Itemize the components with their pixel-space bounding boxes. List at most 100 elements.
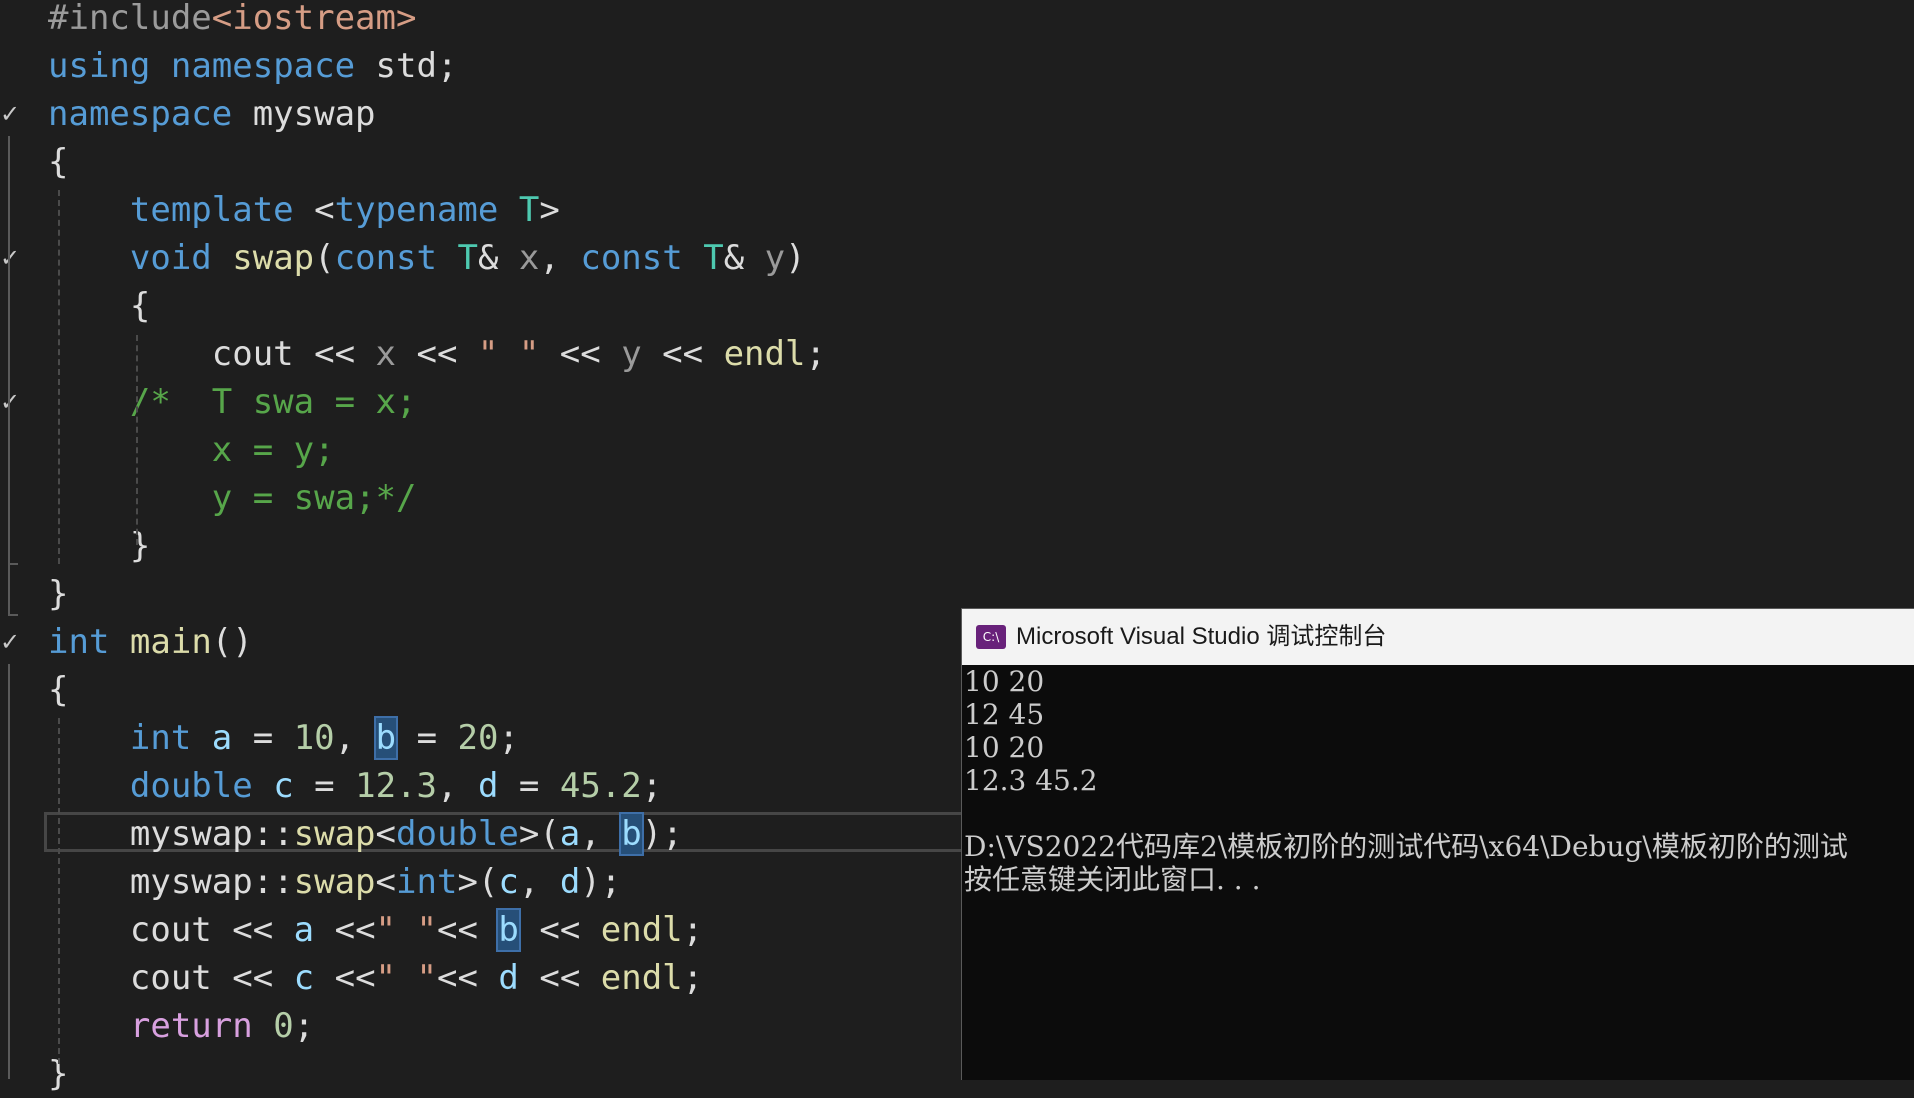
code-token: = — [293, 766, 356, 806]
code-token: << — [436, 910, 499, 950]
code-token: using — [48, 46, 151, 86]
code-token: swap — [293, 814, 376, 854]
outline-end-swap — [8, 563, 18, 565]
code-token: myswap:: — [48, 814, 294, 854]
code-token: d — [559, 862, 581, 902]
code-token: ( — [314, 238, 335, 278]
outline-toggle-icon[interactable]: ✓ — [0, 234, 22, 282]
code-token: a — [211, 718, 233, 758]
code-token: 20 — [457, 718, 499, 758]
highlighted-reference: b — [496, 908, 521, 952]
code-token: a — [559, 814, 581, 854]
outline-toggle-icon[interactable]: ✓ — [0, 378, 22, 426]
outline-toggle-icon[interactable]: ✓ — [0, 618, 22, 666]
code-token: swap — [232, 238, 315, 278]
code-line[interactable]: double c = 12.3, d = 45.2; — [48, 762, 662, 810]
code-token: { — [48, 142, 69, 182]
code-token: 45.2 — [559, 766, 642, 806]
code-line[interactable]: { — [48, 138, 68, 186]
outline-bar-namespace — [8, 136, 10, 614]
code-line[interactable]: int main() — [48, 618, 253, 666]
code-token: y = swa;*/ — [48, 478, 417, 518]
code-token: void — [129, 238, 212, 278]
code-line[interactable]: #include<iostream> — [48, 0, 416, 42]
code-token: d — [498, 958, 519, 998]
code-token: typename — [334, 190, 499, 230]
indent-guide-namespace — [58, 190, 60, 564]
code-token: double — [396, 814, 519, 854]
code-token: < — [375, 814, 397, 854]
code-token: int — [48, 622, 110, 662]
console-output-line: 10 20 — [964, 731, 1045, 764]
code-token: 12.3 — [355, 766, 437, 806]
outline-end-namespace — [8, 614, 18, 616]
code-line[interactable]: using namespace std; — [48, 42, 457, 90]
code-token: ; — [293, 1006, 315, 1046]
code-line[interactable]: namespace myswap — [48, 90, 376, 138]
code-token: a — [293, 910, 315, 950]
console-output-line: 12.3 45.2 — [964, 764, 1098, 797]
code-token: << — [518, 910, 601, 950]
code-token: x = y; — [48, 430, 335, 470]
code-line[interactable]: y = swa;*/ — [48, 474, 417, 522]
code-line[interactable]: { — [48, 666, 68, 714]
code-token: T — [703, 238, 724, 278]
code-token: 10 — [293, 718, 335, 758]
code-token: cout << — [48, 334, 376, 374]
console-title: Microsoft Visual Studio 调试控制台 — [1016, 623, 1387, 650]
highlighted-reference: b — [373, 716, 399, 760]
code-token: cout << — [48, 910, 294, 950]
code-token: endl — [723, 334, 806, 374]
code-token: { — [48, 670, 69, 710]
code-line[interactable]: return 0; — [48, 1002, 314, 1050]
code-line[interactable]: myswap::swap<int>(c, d); — [48, 858, 621, 906]
code-token: , — [580, 814, 622, 854]
console-titlebar[interactable]: C:\ Microsoft Visual Studio 调试控制台 — [962, 609, 1914, 665]
code-line[interactable]: { — [48, 282, 150, 330]
code-token: namespace — [170, 46, 356, 86]
debug-console-window[interactable]: C:\ Microsoft Visual Studio 调试控制台 10 20 1… — [961, 608, 1914, 1080]
code-token: & — [477, 238, 519, 278]
code-token: endl — [600, 958, 683, 998]
console-app-icon: C:\ — [976, 625, 1006, 649]
code-token: = — [232, 718, 294, 758]
code-line[interactable]: x = y; — [48, 426, 335, 474]
code-token: << — [314, 910, 376, 950]
outline-toggle-icon[interactable]: ✓ — [0, 90, 22, 138]
code-line[interactable]: void swap(const T& x, const T& y) — [48, 234, 806, 282]
code-line[interactable]: myswap::swap<double>(a, b); — [48, 810, 683, 858]
code-token: x — [518, 238, 540, 278]
code-line[interactable]: cout << c <<" "<< d << endl; — [48, 954, 703, 1002]
highlighted-reference: b — [619, 812, 644, 856]
code-token: ; — [805, 334, 826, 374]
code-token: = — [396, 718, 458, 758]
code-line[interactable]: cout << a <<" "<< b << endl; — [48, 906, 703, 954]
code-line[interactable]: } — [48, 570, 68, 618]
code-line[interactable]: int a = 10, b = 20; — [48, 714, 519, 762]
code-token: /* T swa = x; — [129, 382, 417, 422]
code-token: , — [437, 766, 478, 806]
code-line[interactable]: template <typename T> — [48, 186, 560, 234]
code-line[interactable]: } — [48, 522, 150, 570]
code-line[interactable]: cout << x << " " << y << endl; — [48, 330, 826, 378]
code-token: const — [334, 238, 437, 278]
code-token: main — [129, 622, 212, 662]
console-output-line: 按任意键关闭此窗口. . . — [964, 863, 1261, 896]
code-token: >( — [457, 862, 499, 902]
code-token: cout << — [48, 958, 294, 998]
code-token: >( — [518, 814, 560, 854]
code-token: c — [293, 958, 315, 998]
code-token: } — [48, 574, 69, 614]
code-token: template — [129, 190, 294, 230]
code-token: << — [641, 334, 724, 374]
code-line[interactable]: /* T swa = x; — [48, 378, 417, 426]
console-output[interactable]: 10 20 12 45 10 20 12.3 45.2 D:\VS2022代码库2\模板… — [964, 665, 1914, 1079]
